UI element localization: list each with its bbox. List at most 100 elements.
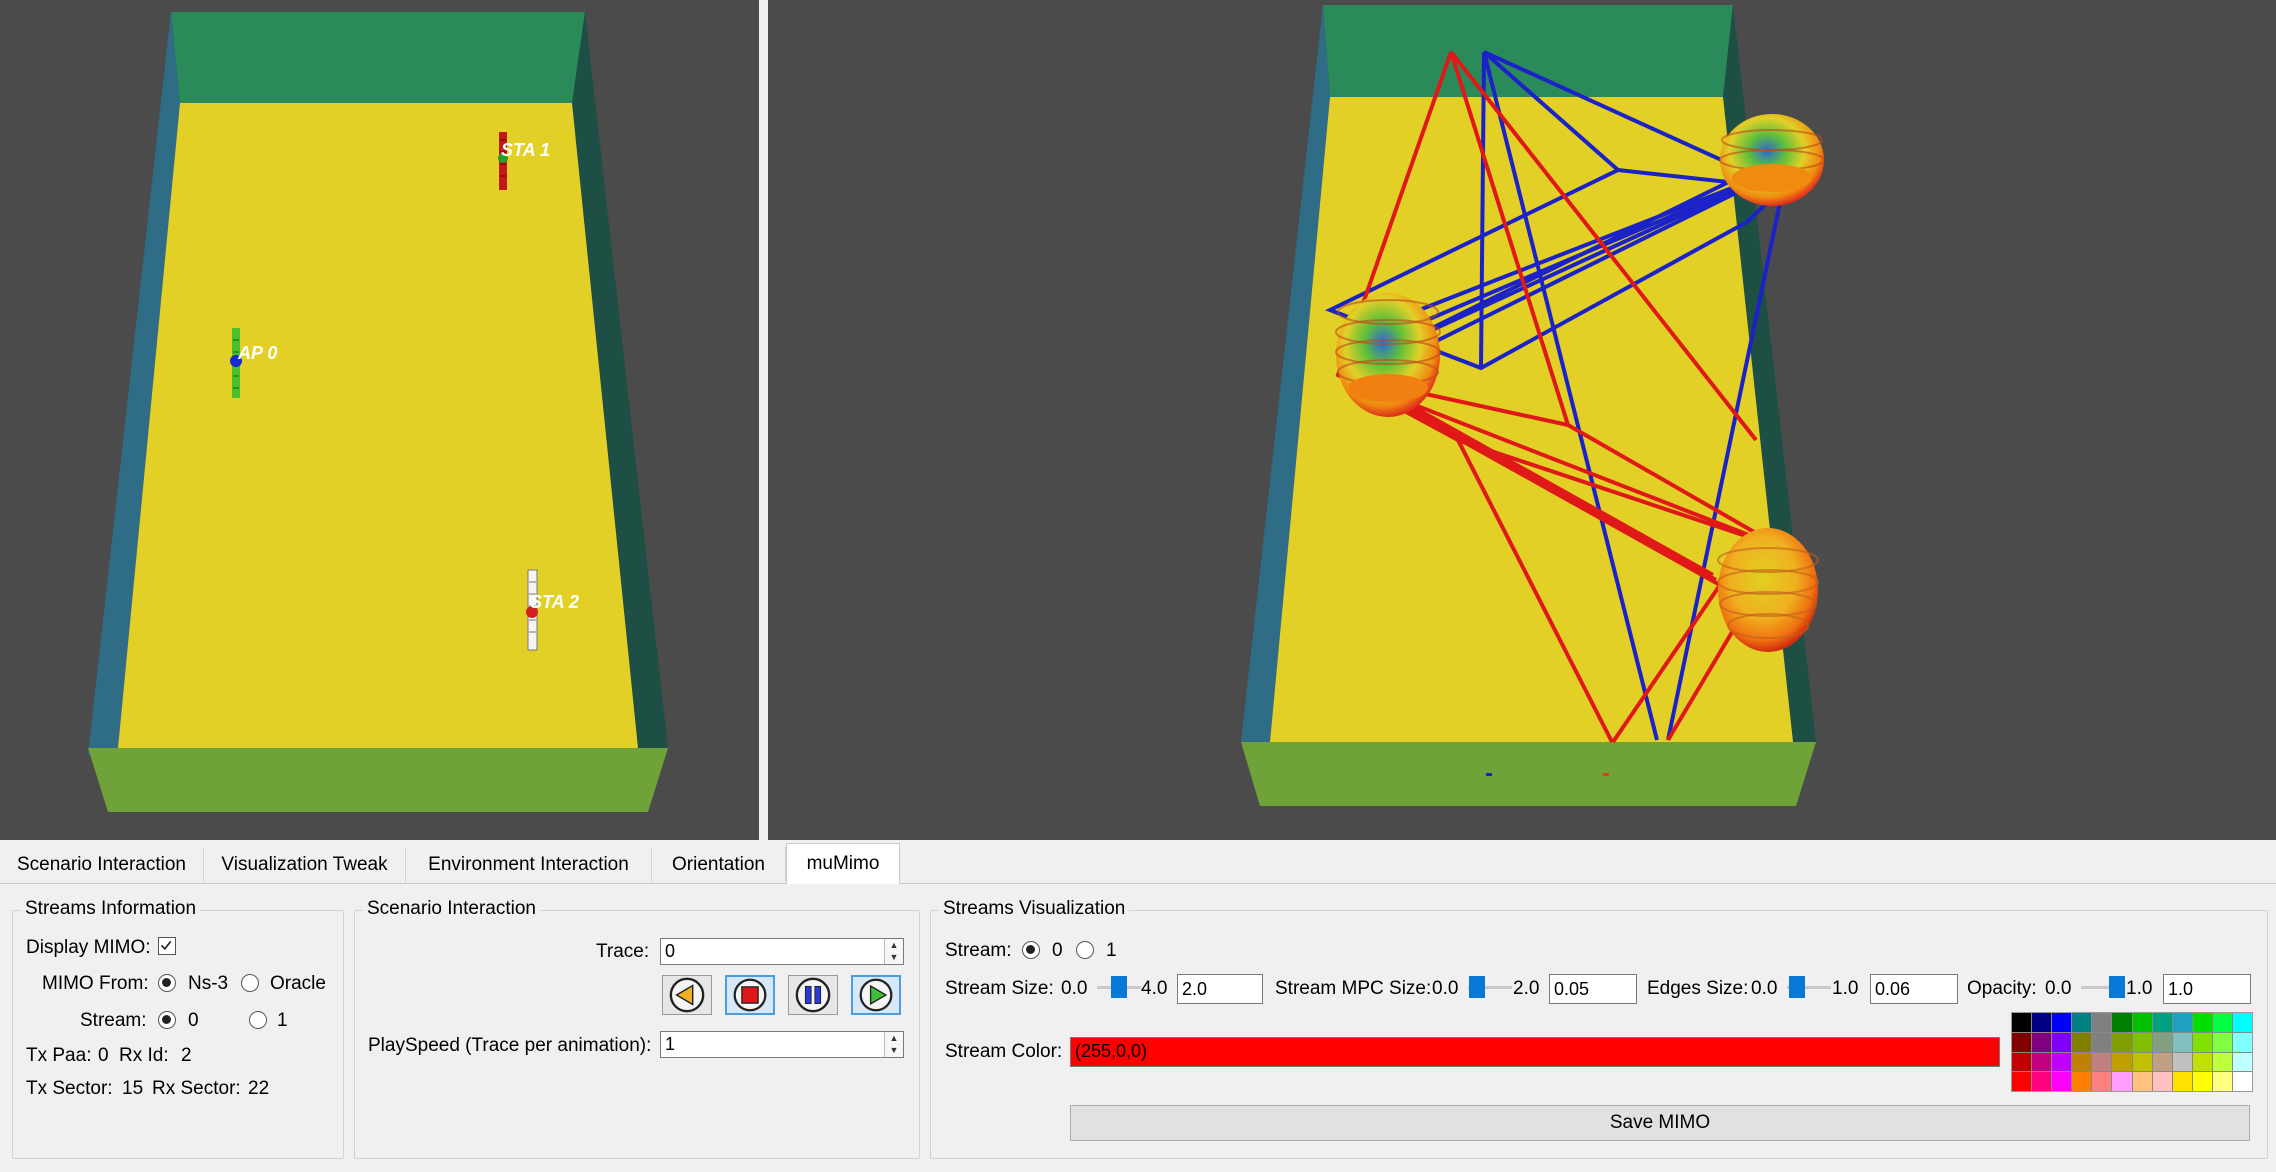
stream-1-radio[interactable]: [249, 1011, 267, 1029]
palette-swatch[interactable]: [2012, 1052, 2032, 1072]
palette-swatch[interactable]: [2052, 1032, 2072, 1052]
palette-swatch[interactable]: [2112, 1013, 2132, 1032]
palette-swatch[interactable]: [2172, 1052, 2192, 1072]
palette-swatch[interactable]: [2212, 1052, 2232, 1072]
viewport-divider[interactable]: [759, 0, 768, 840]
mpc-size-slider[interactable]: [1468, 975, 1512, 999]
tab-environment-interaction[interactable]: Environment Interaction: [406, 847, 652, 882]
trace-spinbox[interactable]: 0 ▲ ▼: [660, 938, 904, 965]
palette-swatch[interactable]: [2192, 1052, 2212, 1072]
slider-handle[interactable]: [1469, 976, 1485, 998]
palette-swatch[interactable]: [2092, 1032, 2112, 1052]
palette-swatch[interactable]: [2172, 1032, 2192, 1052]
tab-scenario-interaction[interactable]: Scenario Interaction: [0, 847, 204, 882]
palette-swatch[interactable]: [2032, 1013, 2052, 1032]
opacity-input[interactable]: [2163, 974, 2251, 1004]
front-wall: [1241, 742, 1816, 806]
color-palette[interactable]: [2011, 1012, 2253, 1092]
palette-swatch[interactable]: [2112, 1052, 2132, 1072]
palette-swatch[interactable]: [2072, 1013, 2092, 1032]
palette-swatch[interactable]: [2212, 1032, 2232, 1052]
spin-arrows[interactable]: ▲ ▼: [884, 939, 903, 964]
mpc-size-input[interactable]: [1549, 974, 1637, 1004]
palette-swatch[interactable]: [2032, 1072, 2052, 1091]
left-3d-viewport[interactable]: STA 1 AP 0 STA 2: [0, 0, 759, 840]
opacity-slider[interactable]: [2081, 975, 2125, 999]
spin-arrows[interactable]: ▲ ▼: [884, 1032, 903, 1057]
stream-0-radio[interactable]: [158, 1011, 176, 1029]
palette-swatch[interactable]: [2232, 1052, 2252, 1072]
stream-size-slider[interactable]: [1097, 975, 1141, 999]
mimo-from-oracle-radio[interactable]: [241, 974, 259, 992]
tab-mumimo[interactable]: muMimo: [786, 843, 900, 884]
pause-button[interactable]: [788, 975, 838, 1015]
mimo-from-ns3-radio[interactable]: [158, 974, 176, 992]
palette-swatch[interactable]: [2152, 1072, 2172, 1091]
play-button[interactable]: [851, 975, 901, 1015]
vis-stream-1-radio[interactable]: [1076, 941, 1094, 959]
tab-visualization-tweak[interactable]: Visualization Tweak: [204, 847, 406, 882]
spin-up-icon[interactable]: ▲: [885, 939, 903, 951]
slider-handle[interactable]: [1789, 976, 1805, 998]
group-title: Scenario Interaction: [363, 898, 540, 920]
palette-swatch[interactable]: [2032, 1032, 2052, 1052]
tx-sector-label: Tx Sector:: [26, 1078, 113, 1099]
palette-swatch[interactable]: [2152, 1032, 2172, 1052]
spin-up-icon[interactable]: ▲: [885, 1032, 903, 1044]
stream-size-input[interactable]: [1177, 974, 1263, 1004]
palette-swatch[interactable]: [2092, 1072, 2112, 1091]
antenna-pattern-ap: [1335, 293, 1441, 417]
palette-swatch[interactable]: [2152, 1052, 2172, 1072]
mpc-size-max: 2.0: [1513, 978, 1540, 999]
playspeed-spinbox[interactable]: 1 ▲ ▼: [660, 1031, 904, 1058]
palette-swatch[interactable]: [2112, 1072, 2132, 1091]
palette-swatch[interactable]: [2212, 1072, 2232, 1091]
palette-swatch[interactable]: [2012, 1032, 2032, 1052]
mimo-from-oracle-label: Oracle: [270, 973, 326, 994]
palette-swatch[interactable]: [2012, 1013, 2032, 1032]
playspeed-label: PlaySpeed (Trace per animation):: [368, 1035, 652, 1056]
spin-down-icon[interactable]: ▼: [885, 1044, 903, 1056]
palette-swatch[interactable]: [2012, 1072, 2032, 1091]
palette-swatch[interactable]: [2192, 1013, 2212, 1032]
slider-handle[interactable]: [2109, 976, 2125, 998]
palette-swatch[interactable]: [2132, 1052, 2152, 1072]
spin-down-icon[interactable]: ▼: [885, 951, 903, 963]
rewind-button[interactable]: [662, 975, 712, 1015]
slider-handle[interactable]: [1111, 976, 1127, 998]
vis-stream-0-radio[interactable]: [1022, 941, 1040, 959]
palette-swatch[interactable]: [2072, 1032, 2092, 1052]
palette-swatch[interactable]: [2132, 1032, 2152, 1052]
left-room-scene: STA 1 AP 0 STA 2: [88, 12, 668, 812]
palette-swatch[interactable]: [2072, 1052, 2092, 1072]
palette-swatch[interactable]: [2232, 1032, 2252, 1052]
stream-color-field[interactable]: (255,0,0): [1070, 1037, 2000, 1067]
palette-swatch[interactable]: [2112, 1032, 2132, 1052]
palette-swatch[interactable]: [2052, 1052, 2072, 1072]
right-3d-viewport[interactable]: [768, 0, 2276, 840]
palette-swatch[interactable]: [2092, 1052, 2112, 1072]
palette-swatch[interactable]: [2032, 1052, 2052, 1072]
palette-swatch[interactable]: [2052, 1013, 2072, 1032]
palette-swatch[interactable]: [2232, 1072, 2252, 1091]
edges-size-slider[interactable]: [1787, 975, 1831, 999]
edges-size-input[interactable]: [1870, 974, 1958, 1004]
rx-sector-label: Rx Sector:: [152, 1078, 241, 1099]
palette-swatch[interactable]: [2052, 1072, 2072, 1091]
palette-swatch[interactable]: [2092, 1013, 2112, 1032]
stop-button[interactable]: [725, 975, 775, 1015]
palette-swatch[interactable]: [2192, 1032, 2212, 1052]
palette-swatch[interactable]: [2172, 1013, 2192, 1032]
palette-swatch[interactable]: [2132, 1072, 2152, 1091]
palette-swatch[interactable]: [2172, 1072, 2192, 1091]
palette-swatch[interactable]: [2232, 1013, 2252, 1032]
save-mimo-button[interactable]: Save MIMO: [1070, 1105, 2250, 1141]
display-mimo-checkbox[interactable]: [158, 937, 176, 955]
tab-orientation[interactable]: Orientation: [652, 847, 786, 882]
palette-swatch[interactable]: [2132, 1013, 2152, 1032]
palette-swatch[interactable]: [2212, 1013, 2232, 1032]
palette-swatch[interactable]: [2192, 1072, 2212, 1091]
vis-stream-label: Stream:: [945, 940, 1012, 961]
palette-swatch[interactable]: [2072, 1072, 2092, 1091]
palette-swatch[interactable]: [2152, 1013, 2172, 1032]
